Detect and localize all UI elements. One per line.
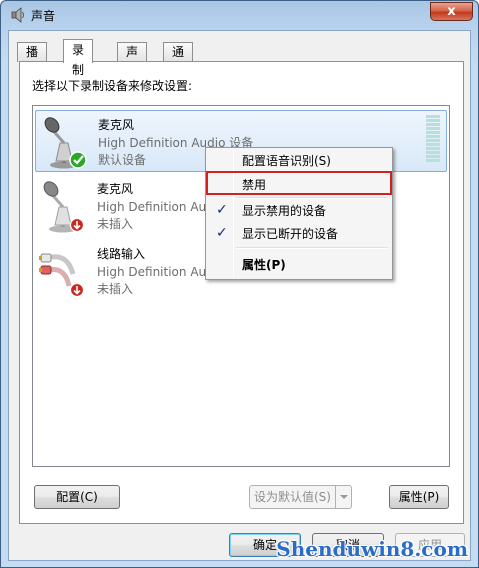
device-context-menu: 配置语音识别(S) 禁用 ✓ 显示禁用的设备 ✓ 显示已断开的设备 属性(P) [205, 147, 393, 280]
recording-tab-panel: 选择以下录制设备来修改设置: 麦克风 High Definition Audio… [19, 61, 464, 524]
configure-button[interactable]: 配置(C) [34, 485, 120, 509]
tab-playback[interactable]: 播放 [17, 42, 48, 77]
microphone-icon [44, 117, 87, 169]
instruction-text: 选择以下录制设备来修改设置: [32, 79, 193, 93]
annotation-highlight-box [206, 171, 392, 195]
chevron-down-icon [340, 495, 348, 499]
menu-item-label: 显示已断开的设备 [242, 227, 339, 241]
default-check-icon [69, 151, 87, 169]
close-button[interactable]: x [430, 2, 473, 21]
checkmark-icon: ✓ [216, 225, 228, 241]
menu-item-properties[interactable]: 属性(P) [208, 254, 390, 276]
menu-separator [236, 197, 388, 199]
site-watermark: Shenduwin8.com [276, 537, 468, 561]
device-status: 未插入 [97, 217, 134, 231]
menu-item-show-disconnected-devices[interactable]: ✓ 显示已断开的设备 [208, 223, 390, 245]
device-name: 麦克风 [98, 118, 135, 132]
line-in-jack-icon [39, 253, 85, 298]
tab-sounds[interactable]: 声音 [117, 42, 148, 77]
menu-item-label: 显示禁用的设备 [242, 204, 327, 218]
menu-item-label: 配置语音识别(S) [242, 154, 331, 168]
set-default-label: 设为默认值(S) [254, 490, 331, 504]
menu-item-show-disabled-devices[interactable]: ✓ 显示禁用的设备 [208, 200, 390, 222]
device-status: 默认设备 [98, 153, 147, 167]
audio-level-meter [426, 115, 440, 165]
device-name: 线路输入 [97, 247, 146, 261]
window-title: 声音 [31, 9, 56, 23]
properties-button[interactable]: 属性(P) [389, 485, 449, 509]
title-bar[interactable]: 声音 x [1, 1, 478, 29]
set-default-button[interactable]: 设为默认值(S) [249, 485, 352, 509]
checkmark-icon: ✓ [216, 202, 228, 218]
tab-recording[interactable]: 录制 [63, 39, 94, 77]
speaker-icon [11, 7, 24, 23]
device-status: 未插入 [97, 282, 134, 296]
sound-dialog-window: 声音 x 播放 录制 声音 通信 选择以下录制设备来修改设置: [0, 0, 479, 568]
unplugged-arrow-icon [69, 217, 85, 233]
close-icon: x [447, 4, 456, 19]
unplugged-arrow-icon [69, 282, 85, 298]
set-default-dropdown-arrow[interactable] [335, 486, 351, 508]
tab-communications[interactable]: 通信 [163, 42, 194, 77]
menu-item-label: 属性(P) [242, 258, 286, 272]
menu-separator [236, 247, 388, 249]
dialog-client-area: 播放 录制 声音 通信 选择以下录制设备来修改设置: [8, 30, 471, 561]
device-name: 麦克风 [97, 182, 134, 196]
microphone-icon [43, 181, 85, 233]
menu-item-configure-speech-recognition[interactable]: 配置语音识别(S) [208, 150, 390, 172]
